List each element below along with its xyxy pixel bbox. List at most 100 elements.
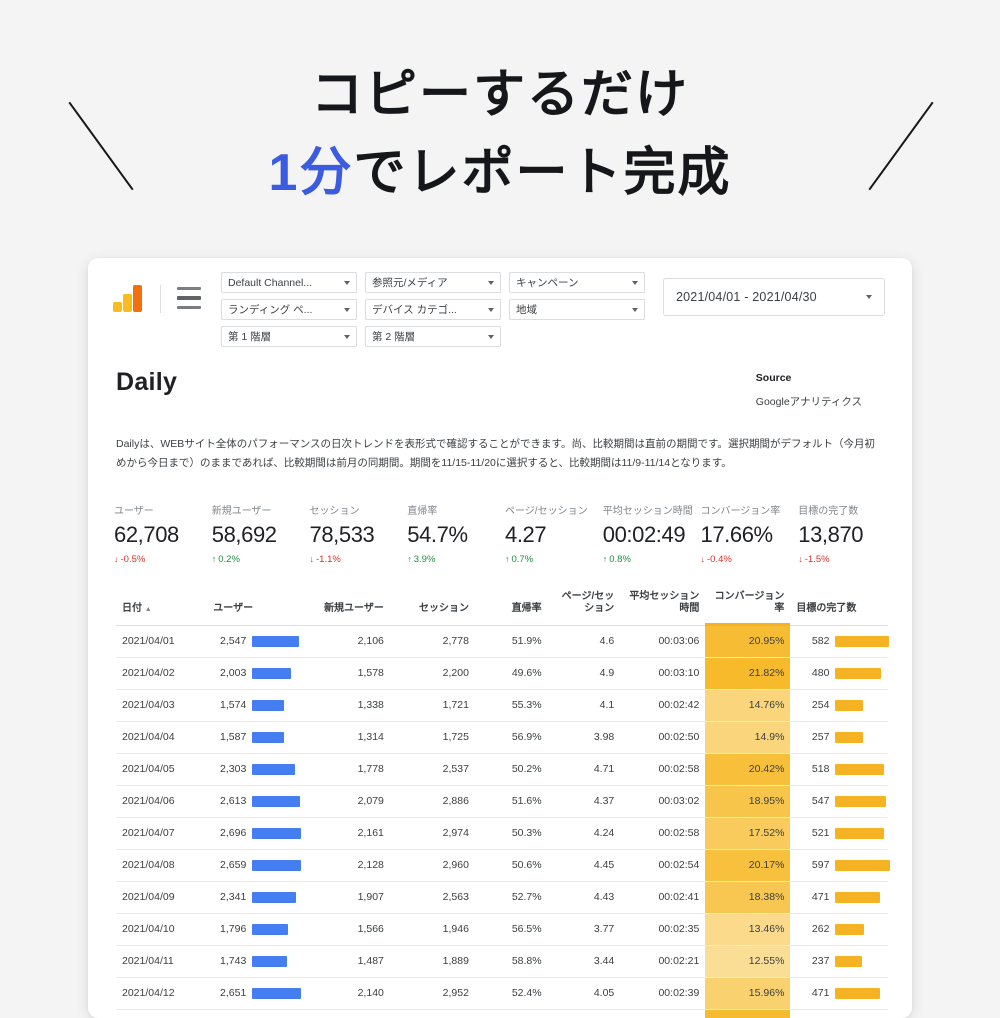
- goal-bar: [835, 795, 886, 807]
- chevron-down-icon: [632, 280, 638, 285]
- date-range-picker[interactable]: 2021/04/01 - 2021/04/30: [663, 278, 885, 316]
- column-header-avg-session-duration[interactable]: 平均セッション時間: [620, 584, 706, 626]
- cell-bounce-rate: 51.9%: [474, 625, 548, 658]
- control-bar: Default Channel... ランディング ペ... 第 1 階層 参照…: [88, 258, 912, 354]
- cell-goal-value: 254: [811, 699, 830, 712]
- cell-bounce-rate: 51.4%: [474, 1009, 548, 1018]
- cell-avg-session-duration: 00:02:21: [620, 945, 706, 978]
- cell-conversion-rate: 12.55%: [705, 945, 791, 978]
- cell-new-users: 1,778: [304, 753, 390, 786]
- cell-sessions: 2,974: [389, 817, 475, 850]
- cell-sessions: 1,721: [389, 689, 475, 722]
- cell-pages-per-session: 4.97: [547, 1009, 621, 1018]
- filter-controls: Default Channel... ランディング ペ... 第 1 階層 参照…: [221, 272, 645, 347]
- cell-avg-session-duration: 00:02:50: [620, 721, 706, 754]
- menu-icon[interactable]: [177, 287, 201, 309]
- column-header-date[interactable]: 日付 ▲: [116, 584, 208, 626]
- kpi-label: ページ/セッション: [505, 505, 588, 517]
- column-header-bounce-rate[interactable]: 直帰率: [474, 584, 548, 626]
- cell-avg-session-duration: 00:03:10: [620, 657, 706, 690]
- cell-conversion-rate: 14.76%: [705, 689, 791, 722]
- cell-pages-per-session: 4.1: [547, 689, 621, 722]
- table-row[interactable]: 2021/04/12 2,651 2,140 2,952 52.4% 4.05 00:02:…: [116, 977, 888, 1010]
- kpi-card: コンバージョン率 17.66% ↓ -0.4%: [697, 502, 795, 565]
- date-range-label: 2021/04/01 - 2021/04/30: [676, 290, 817, 304]
- goal-bar: [835, 891, 881, 903]
- column-header-users[interactable]: ユーザー: [207, 584, 305, 626]
- filter-label: 第 2 階層: [372, 331, 416, 343]
- cell-date: 2021/04/11: [116, 945, 208, 978]
- cell-pages-per-session: 4.9: [547, 657, 621, 690]
- kpi-card: 平均セッション時間 00:02:49 ↑ 0.8%: [599, 502, 697, 565]
- cell-conversion-rate: 20.17%: [705, 849, 791, 882]
- table-row[interactable]: 2021/04/08 2,659 2,128 2,960 50.6% 4.45 00:02:…: [116, 849, 890, 882]
- filter-level-2[interactable]: 第 2 階層: [365, 326, 501, 347]
- cell-goal-completions: 597: [790, 849, 890, 882]
- cell-sessions: 2,960: [389, 849, 475, 882]
- column-header-conversion-rate[interactable]: コンバージョン率: [705, 584, 791, 626]
- filter-device-category[interactable]: デバイス カテゴ...: [365, 299, 501, 320]
- cell-users: 2,341: [207, 881, 305, 914]
- hero-headline-accent: 1分: [268, 144, 354, 202]
- table-row[interactable]: 2021/04/132,7212,1353,03651.4%4.9700:03:…: [116, 1009, 888, 1018]
- cell-goal-value: 521: [811, 827, 830, 840]
- table-row[interactable]: 2021/04/10 1,796 1,566 1,946 56.5% 3.77 00:02:…: [116, 913, 888, 946]
- table-row[interactable]: 2021/04/09 2,341 1,907 2,563 52.7% 4.43 00:02:…: [116, 881, 888, 914]
- table-row[interactable]: 2021/04/02 2,003 1,578 2,200 49.6% 4.9 00:03:1…: [116, 657, 888, 690]
- filter-landing-page[interactable]: ランディング ペ...: [221, 299, 357, 320]
- cell-pages-per-session: 4.37: [547, 785, 621, 818]
- cell-pages-per-session: 4.6: [547, 625, 621, 658]
- kpi-card: ユーザー 62,708 ↓ -0.5%: [110, 502, 208, 565]
- cell-sessions: 3,036: [389, 1009, 475, 1018]
- table-row[interactable]: 2021/04/05 2,303 1,778 2,537 50.2% 4.71 00:02:…: [116, 753, 888, 786]
- chevron-down-icon: [488, 280, 494, 285]
- cell-conversion-rate: 21.18%: [705, 1009, 791, 1018]
- cell-date: 2021/04/04: [116, 721, 208, 754]
- users-bar: [252, 763, 296, 775]
- filter-level-1[interactable]: 第 1 階層: [221, 326, 357, 347]
- filter-source-medium[interactable]: 参照元/メディア: [365, 272, 501, 293]
- cell-bounce-rate: 56.9%: [474, 721, 548, 754]
- table-row[interactable]: 2021/04/11 1,743 1,487 1,889 58.8% 3.44 00:02:…: [116, 945, 888, 978]
- table-row[interactable]: 2021/04/06 2,613 2,079 2,886 51.6% 4.37 00:03:…: [116, 785, 888, 818]
- filter-campaign[interactable]: キャンペーン: [509, 272, 645, 293]
- kpi-delta: ↓ -0.5%: [114, 554, 208, 565]
- cell-new-users: 2,161: [304, 817, 390, 850]
- kpi-delta-value: -1.5%: [804, 553, 830, 565]
- filter-region[interactable]: 地域: [509, 299, 645, 320]
- cell-new-users: 1,566: [304, 913, 390, 946]
- filter-default-channel[interactable]: Default Channel...: [221, 272, 357, 293]
- kpi-card: セッション 78,533 ↓ -1.1%: [306, 502, 404, 565]
- cell-pages-per-session: 3.98: [547, 721, 621, 754]
- table-row[interactable]: 2021/04/01 2,547 2,106 2,778 51.9% 4.6 00:03:0…: [116, 625, 889, 658]
- column-header-sessions[interactable]: セッション: [389, 584, 475, 626]
- cell-sessions: 2,886: [389, 785, 475, 818]
- cell-new-users: 2,079: [304, 785, 390, 818]
- cell-goal-completions: 471: [790, 881, 888, 914]
- table-head: 日付 ▲ ユーザー 新規ユーザー セッション 直帰率 ページ/セッション 平均セ…: [116, 584, 888, 626]
- kpi-card: 直帰率 54.7% ↑ 3.9%: [403, 502, 501, 565]
- table-row[interactable]: 2021/04/03 1,574 1,338 1,721 55.3% 4.1 00:02:4…: [116, 689, 888, 722]
- cell-new-users: 1,578: [304, 657, 390, 690]
- cell-pages-per-session: 4.05: [547, 977, 621, 1010]
- table-row[interactable]: 2021/04/07 2,696 2,161 2,974 50.3% 4.24 00:02:…: [116, 817, 888, 850]
- cell-users-value: 1,796: [220, 923, 247, 936]
- cell-date: 2021/04/01: [116, 625, 208, 658]
- kpi-delta: ↑ 3.9%: [407, 554, 501, 565]
- column-header-pages-per-session[interactable]: ページ/セッション: [547, 584, 621, 626]
- chevron-down-icon: [344, 334, 350, 339]
- table-row[interactable]: 2021/04/04 1,587 1,314 1,725 56.9% 3.98 00:02:…: [116, 721, 888, 754]
- goal-bar: [835, 667, 881, 679]
- cell-date: 2021/04/07: [116, 817, 208, 850]
- cell-avg-session-duration: 00:02:41: [620, 881, 706, 914]
- column-header-new-users[interactable]: 新規ユーザー: [304, 584, 390, 626]
- arrow-down-icon: ↓: [114, 553, 119, 564]
- cell-avg-session-duration: 00:02:58: [620, 817, 706, 850]
- cell-conversion-rate: 21.82%: [705, 657, 791, 690]
- users-bar: [252, 667, 291, 679]
- kpi-value: 13,870: [798, 521, 864, 547]
- cell-date: 2021/04/08: [116, 849, 208, 882]
- cell-avg-session-duration: 00:03:02: [620, 785, 706, 818]
- column-header-goal-completions[interactable]: 目標の完了数: [790, 584, 888, 626]
- cell-goal-completions: 262: [790, 913, 888, 946]
